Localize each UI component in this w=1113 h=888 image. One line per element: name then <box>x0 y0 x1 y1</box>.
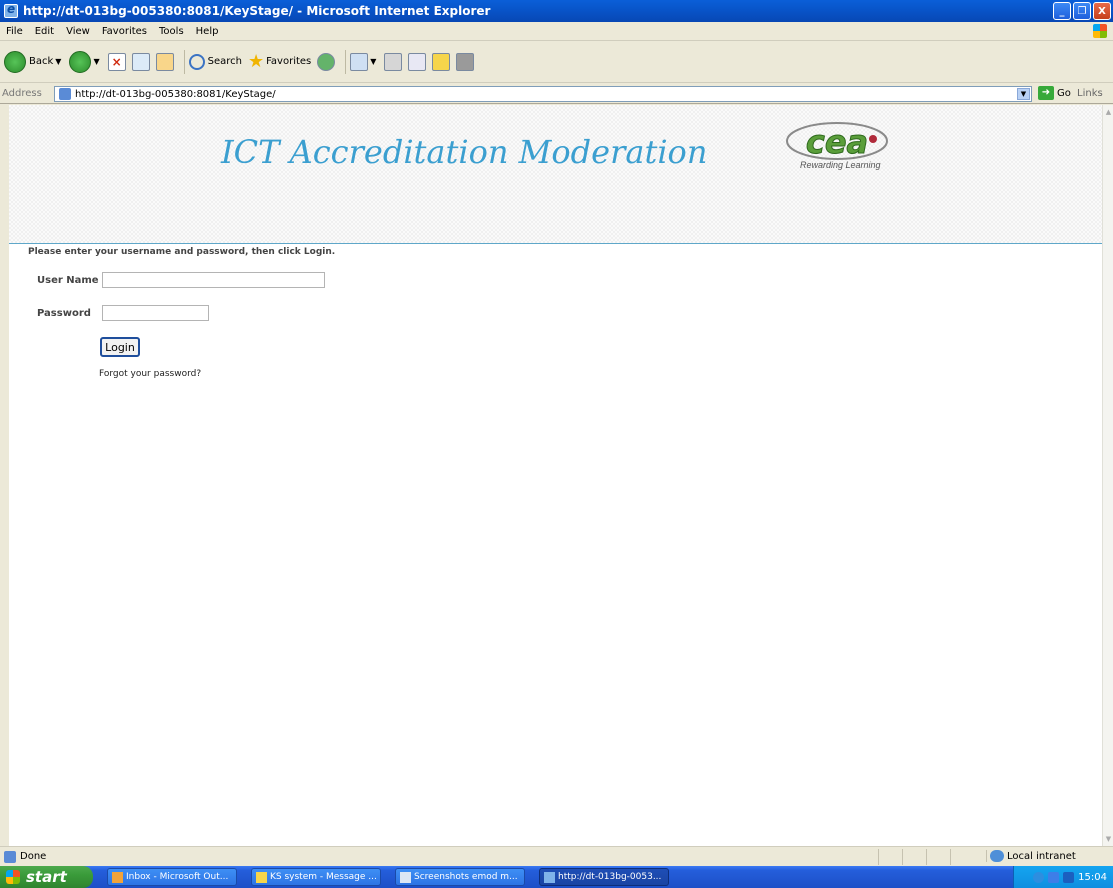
forward-dropdown-icon[interactable]: ▼ <box>93 57 99 66</box>
taskbar-item-label: http://dt-013bg-0053... <box>558 872 662 882</box>
back-label: Back <box>29 56 54 67</box>
mail-button[interactable]: ▼ <box>350 52 378 71</box>
login-button[interactable]: Login <box>100 337 140 357</box>
tray-app-icon[interactable] <box>1063 871 1075 883</box>
system-tray: 15:04 <box>1013 866 1113 888</box>
security-zone: Local intranet <box>986 850 1113 862</box>
taskbar-item-label: Screenshots emod m... <box>414 872 518 882</box>
messenger-icon[interactable] <box>456 52 475 71</box>
taskbar-item-browser[interactable]: http://dt-013bg-0053... <box>539 868 669 886</box>
back-dropdown-icon[interactable]: ▼ <box>55 57 61 66</box>
page-status-icon <box>4 850 16 863</box>
start-label: start <box>26 868 67 886</box>
ie-icon <box>4 2 18 18</box>
username-label: User Name <box>37 275 99 286</box>
tray-app-icon[interactable] <box>1048 871 1060 883</box>
mail-dropdown-icon[interactable]: ▼ <box>370 57 376 66</box>
password-label: Password <box>37 308 91 319</box>
windows-taskbar: start Inbox - Microsoft Out... KS system… <box>0 866 1113 888</box>
mail-icon <box>350 52 369 71</box>
intranet-icon <box>990 850 1004 862</box>
window-title-bar: http://dt-013bg-005380:8081/KeyStage/ - … <box>0 0 1113 22</box>
page-content: ICT Accreditation Moderation cea Rewardi… <box>9 105 1102 846</box>
zone-label: Local intranet <box>1007 850 1076 862</box>
go-button[interactable]: ➜ Go <box>1038 86 1071 100</box>
forward-arrow-icon <box>69 50 92 73</box>
word-doc-icon <box>400 871 411 883</box>
close-button[interactable]: X <box>1093 2 1111 20</box>
edit-icon[interactable] <box>408 52 427 71</box>
address-bar: Address http://dt-013bg-005380:8081/KeyS… <box>0 84 1113 104</box>
address-url: http://dt-013bg-005380:8081/KeyStage/ <box>75 88 276 100</box>
toolbar-separator <box>183 49 185 74</box>
home-icon[interactable] <box>155 52 174 71</box>
taskbar-item-word[interactable]: Screenshots emod m... <box>395 868 525 886</box>
network-icon[interactable] <box>1033 871 1045 883</box>
status-text: Done <box>20 851 47 862</box>
menu-view[interactable]: View <box>60 26 96 37</box>
vertical-scrollbar[interactable]: ▲ ▼ <box>1102 105 1113 846</box>
refresh-icon[interactable] <box>131 52 150 71</box>
menu-help[interactable]: Help <box>190 26 225 37</box>
toolbar-separator <box>345 49 347 74</box>
forward-button[interactable]: ▼ <box>69 50 101 73</box>
taskbar-item-label: KS system - Message ... <box>270 872 377 882</box>
standard-toolbar: Back ▼ ▼ × Search ★ Favorites ▼ <box>0 41 1113 83</box>
page-icon <box>59 88 71 100</box>
window-title: http://dt-013bg-005380:8081/KeyStage/ - … <box>23 4 491 18</box>
menu-edit[interactable]: Edit <box>29 26 60 37</box>
address-label: Address <box>2 88 42 99</box>
search-button[interactable]: Search <box>188 53 242 70</box>
menu-tools[interactable]: Tools <box>153 26 190 37</box>
minimize-button[interactable]: _ <box>1053 2 1071 20</box>
favorites-button[interactable]: ★ Favorites <box>248 51 311 72</box>
taskbar-item-label: Inbox - Microsoft Out... <box>126 872 229 882</box>
maximize-button[interactable]: ❐ <box>1073 2 1091 20</box>
envelope-icon <box>256 871 267 883</box>
history-icon[interactable] <box>317 52 336 71</box>
forgot-password-link[interactable]: Forgot your password? <box>99 369 201 379</box>
stop-icon[interactable]: × <box>107 52 126 71</box>
scroll-up-icon[interactable]: ▲ <box>1103 105 1113 119</box>
password-input[interactable] <box>102 305 209 321</box>
address-dropdown-icon[interactable]: ▼ <box>1017 88 1030 100</box>
menu-bar: File Edit View Favorites Tools Help <box>0 22 1113 41</box>
windows-flag-icon <box>6 870 20 884</box>
scroll-down-icon[interactable]: ▼ <box>1103 832 1113 846</box>
menu-file[interactable]: File <box>0 26 29 37</box>
taskbar-item-outlook[interactable]: Inbox - Microsoft Out... <box>107 868 237 886</box>
search-label: Search <box>207 56 242 67</box>
outlook-icon <box>112 871 123 883</box>
favorites-star-icon: ★ <box>247 51 265 72</box>
window-controls: _ ❐ X <box>1053 2 1111 20</box>
page-header: ICT Accreditation Moderation cea Rewardi… <box>9 105 1102 244</box>
page-title: ICT Accreditation Moderation <box>221 133 708 171</box>
clock: 15:04 <box>1078 871 1107 883</box>
taskbar-item-message[interactable]: KS system - Message ... <box>251 868 381 886</box>
status-bar: Done Local intranet <box>0 846 1113 866</box>
ie-icon <box>544 871 555 883</box>
status-cells <box>878 849 974 865</box>
username-input[interactable] <box>102 272 325 288</box>
login-instructions: Please enter your username and password,… <box>28 247 336 257</box>
back-button[interactable]: Back ▼ <box>4 50 63 73</box>
go-arrow-icon: ➜ <box>1038 86 1054 100</box>
logo-text: cea <box>806 123 868 161</box>
start-button[interactable]: start <box>0 866 93 888</box>
favorites-label: Favorites <box>266 56 312 67</box>
address-input[interactable]: http://dt-013bg-005380:8081/KeyStage/ ▼ <box>54 86 1032 102</box>
windows-logo-icon <box>1093 24 1107 38</box>
search-icon <box>188 53 205 70</box>
links-label[interactable]: Links <box>1077 88 1103 99</box>
logo-tagline: Rewarding Learning <box>800 160 881 170</box>
folder-icon[interactable] <box>432 52 451 71</box>
back-arrow-icon <box>4 50 26 73</box>
print-icon[interactable] <box>384 52 403 71</box>
menu-favorites[interactable]: Favorites <box>96 26 153 37</box>
go-label: Go <box>1057 87 1071 99</box>
